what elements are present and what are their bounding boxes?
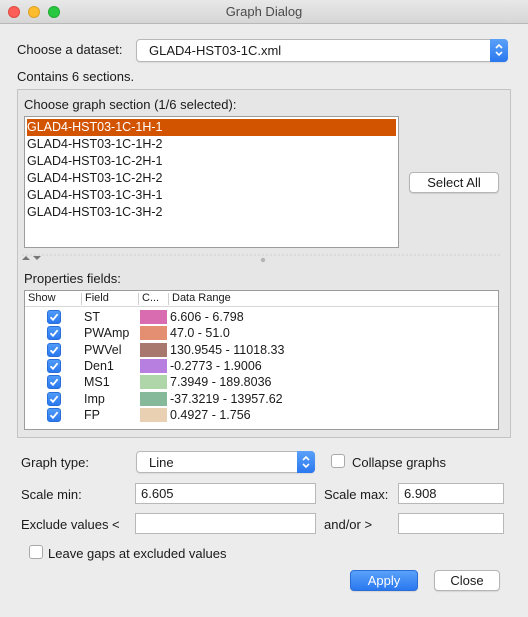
properties-label: Properties fields: (24, 271, 121, 286)
splitter[interactable] (22, 254, 500, 266)
show-checkbox[interactable] (47, 310, 61, 324)
show-checkbox[interactable] (47, 358, 61, 373)
table-row: Imp -37.3219 - 13957.62 (25, 391, 498, 407)
header-field[interactable]: Field (85, 292, 109, 304)
data-range: 7.3949 - 189.8036 (170, 375, 272, 390)
close-button[interactable]: Close (434, 570, 500, 591)
header-show[interactable]: Show (28, 292, 56, 304)
checkmark-icon (49, 329, 59, 338)
dataset-info: Contains 6 sections. (17, 69, 135, 84)
checkmark-icon (49, 313, 59, 322)
field-name: PWAmp (84, 326, 130, 341)
list-item[interactable]: GLAD4-HST03-1C-1H-2 (25, 136, 398, 153)
color-swatch[interactable] (140, 391, 167, 406)
field-name: MS1 (84, 375, 110, 390)
checkmark-icon (49, 395, 59, 403)
list-item[interactable]: GLAD4-HST03-1C-2H-2 (25, 170, 398, 187)
header-data-range[interactable]: Data Range (172, 292, 231, 304)
data-range: -37.3219 - 13957.62 (170, 391, 283, 406)
field-name: FP (84, 407, 100, 422)
title-bar: Graph Dialog (0, 0, 528, 24)
show-checkbox[interactable] (47, 391, 61, 406)
table-row: ST 6.606 - 6.798 (25, 309, 498, 325)
color-swatch[interactable] (140, 375, 167, 390)
scale-max-label: Scale max: (324, 487, 389, 502)
field-name: Den1 (84, 358, 114, 373)
color-swatch[interactable] (140, 342, 167, 357)
sections-list[interactable]: GLAD4-HST03-1C-1H-1 GLAD4-HST03-1C-1H-2 GL… (24, 116, 399, 248)
table-row: Den1 -0.2773 - 1.9006 (25, 358, 498, 374)
show-checkbox[interactable] (47, 342, 61, 357)
data-range: 47.0 - 51.0 (170, 326, 230, 341)
field-name: PWVel (84, 342, 122, 357)
exclude-above-input[interactable] (398, 513, 504, 534)
table-row: PWAmp 47.0 - 51.0 (25, 325, 498, 341)
select-all-button[interactable]: Select All (409, 172, 499, 193)
updown-chevron-icon (297, 451, 315, 473)
show-checkbox[interactable] (47, 375, 61, 390)
color-swatch[interactable] (140, 407, 167, 422)
properties-table-header: Show Field C... Data Range (25, 291, 498, 307)
scale-min-label: Scale min: (21, 487, 82, 502)
list-item[interactable]: GLAD4-HST03-1C-1H-1 (27, 119, 396, 136)
table-row: FP 0.4927 - 1.756 (25, 407, 498, 423)
dataset-label: Choose a dataset: (17, 42, 123, 57)
field-name: Imp (84, 391, 105, 406)
list-item[interactable]: GLAD4-HST03-1C-2H-1 (25, 153, 398, 170)
data-range: 6.606 - 6.798 (170, 310, 244, 324)
leave-gaps-checkbox[interactable] (29, 545, 43, 559)
collapse-graphs-label: Collapse graphs (352, 455, 446, 470)
show-checkbox[interactable] (47, 407, 61, 422)
collapse-graphs-checkbox[interactable] (331, 454, 345, 468)
apply-button[interactable]: Apply (350, 570, 418, 591)
exclude-label: Exclude values < (21, 517, 120, 532)
color-swatch[interactable] (140, 358, 167, 373)
leave-gaps-label: Leave gaps at excluded values (48, 546, 227, 561)
list-item[interactable]: GLAD4-HST03-1C-3H-2 (25, 204, 398, 221)
graph-type-label: Graph type: (21, 455, 89, 470)
sections-label: Choose graph section (1/6 selected): (24, 97, 237, 112)
andor-label: and/or > (324, 517, 373, 532)
properties-table[interactable]: Show Field C... Data Range ST 6.606 - 6.7… (24, 290, 499, 430)
checkmark-icon (49, 378, 59, 387)
scale-min-input[interactable]: 6.605 (135, 483, 316, 504)
color-swatch[interactable] (140, 310, 167, 324)
dataset-select-value: GLAD4-HST03-1C.xml (149, 43, 282, 58)
color-swatch[interactable] (140, 326, 167, 341)
scale-max-input[interactable]: 6.908 (398, 483, 504, 504)
exclude-below-input[interactable] (135, 513, 316, 534)
data-range: -0.2773 - 1.9006 (170, 358, 262, 373)
dataset-select[interactable]: GLAD4-HST03-1C.xml (136, 39, 508, 62)
header-color[interactable]: C... (142, 292, 159, 304)
table-row: PWVel 130.9545 - 11018.33 (25, 342, 498, 358)
data-range: 130.9545 - 11018.33 (170, 342, 285, 357)
data-range: 0.4927 - 1.756 (170, 407, 251, 422)
graph-type-value: Line (149, 455, 174, 470)
table-row: MS1 7.3949 - 189.8036 (25, 374, 498, 390)
checkmark-icon (49, 411, 59, 419)
list-item[interactable]: GLAD4-HST03-1C-3H-1 (25, 187, 398, 204)
graph-type-select[interactable]: Line (136, 451, 315, 473)
window-title: Graph Dialog (225, 4, 303, 19)
checkmark-icon (49, 362, 59, 371)
show-checkbox[interactable] (47, 326, 61, 341)
field-name: ST (84, 310, 100, 324)
checkmark-icon (49, 346, 59, 354)
updown-chevron-icon (490, 39, 508, 62)
